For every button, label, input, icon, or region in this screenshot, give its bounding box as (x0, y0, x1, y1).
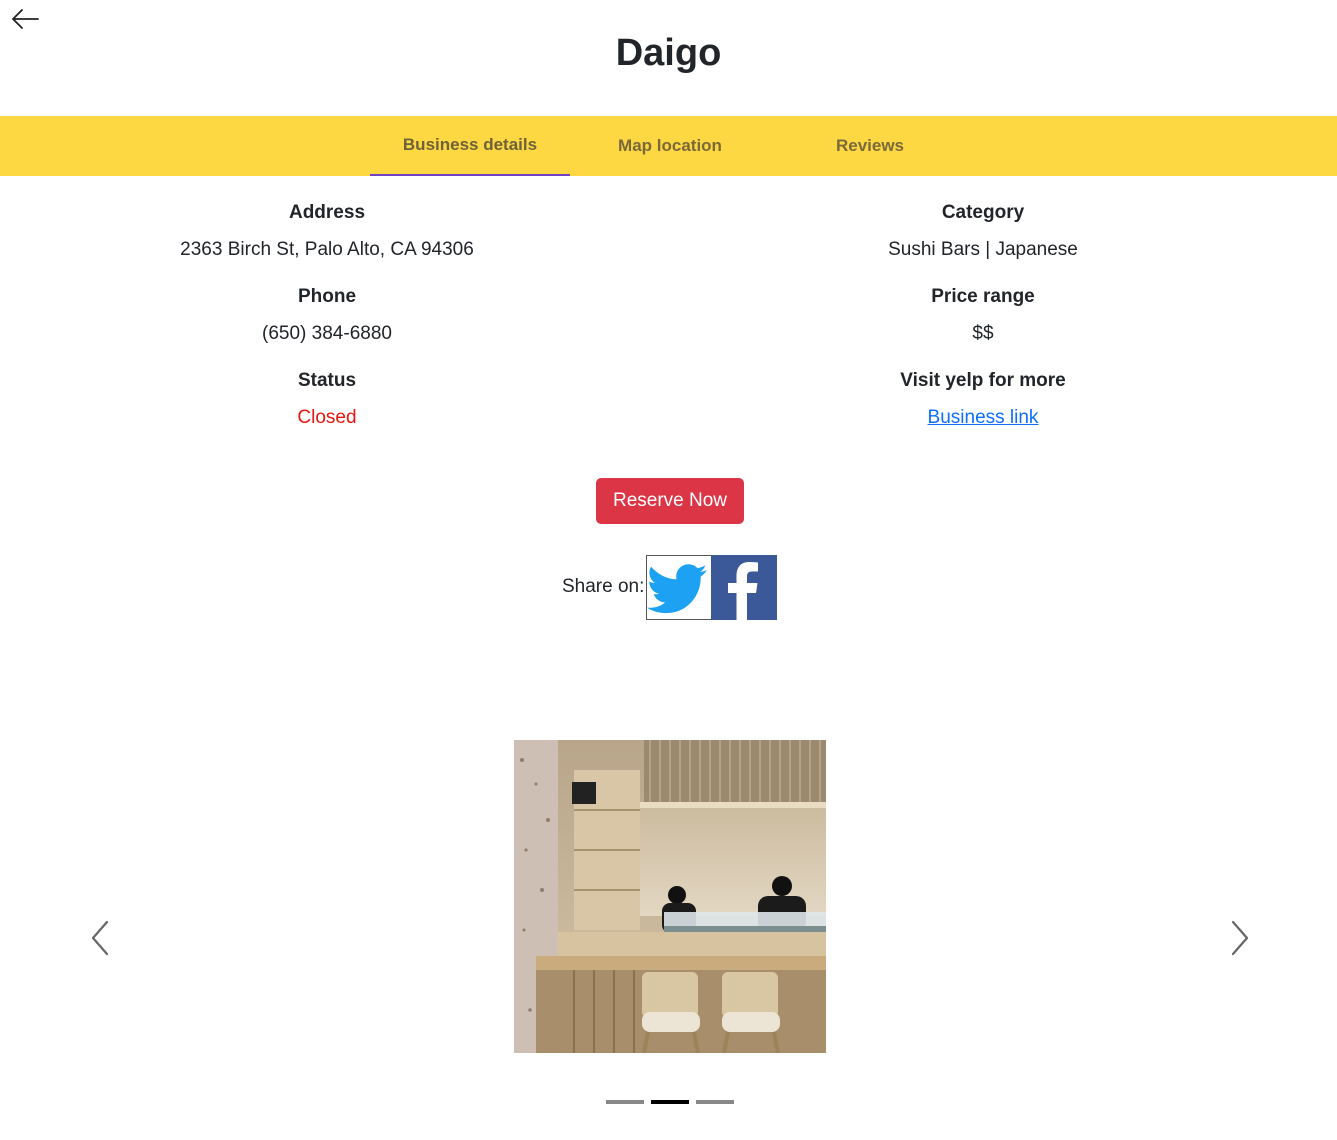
category-section: Category Sushi Bars | Japanese (733, 200, 1233, 263)
yelp-label: Visit yelp for more (900, 370, 1066, 391)
tab-reviews[interactable]: Reviews (770, 116, 970, 176)
status-label: Status (297, 370, 357, 391)
arrow-left-icon (12, 9, 39, 29)
price-value: $$ (972, 323, 994, 344)
phone-label: Phone (297, 286, 357, 307)
tab-business-details[interactable]: Business details (370, 116, 570, 176)
address-section: Address 2363 Birch St, Palo Alto, CA 943… (77, 200, 577, 263)
carousel-indicator-2[interactable] (651, 1100, 689, 1104)
tab-map-location[interactable]: Map location (570, 116, 770, 176)
share-facebook-button[interactable] (711, 555, 777, 620)
facebook-icon (711, 555, 777, 620)
price-label: Price range (931, 286, 1035, 307)
status-section: Status Closed (77, 368, 577, 431)
business-title: Daigo (615, 32, 722, 74)
price-section: Price range $$ (733, 284, 1233, 347)
category-label: Category (941, 202, 1025, 223)
business-detail-page: Daigo Business details Map location Revi… (0, 0, 1337, 1140)
share-label: Share on: (562, 576, 645, 597)
reserve-now-button[interactable]: Reserve Now (596, 478, 744, 524)
twitter-icon (647, 564, 707, 614)
category-value: Sushi Bars | Japanese (888, 239, 1078, 260)
share-twitter-button[interactable] (646, 555, 712, 620)
carousel-next-button[interactable] (1220, 918, 1260, 958)
restaurant-interior-image (514, 740, 826, 1053)
phone-value: (650) 384-6880 (262, 323, 392, 344)
back-button[interactable] (8, 4, 42, 34)
yelp-section: Visit yelp for more Business link (733, 368, 1233, 431)
business-link[interactable]: Business link (928, 407, 1039, 428)
phone-section: Phone (650) 384-6880 (77, 284, 577, 347)
chevron-left-icon (91, 920, 109, 956)
tab-bar: Business details Map location Reviews (0, 116, 1337, 176)
carousel-indicator-3[interactable] (696, 1100, 734, 1104)
restaurant-photo (514, 740, 826, 1053)
carousel-prev-button[interactable] (80, 918, 120, 958)
address-label: Address (288, 202, 366, 223)
status-value: Closed (297, 407, 357, 428)
carousel-indicator-1[interactable] (606, 1100, 644, 1104)
chevron-right-icon (1231, 920, 1249, 956)
address-value: 2363 Birch St, Palo Alto, CA 94306 (180, 239, 474, 260)
